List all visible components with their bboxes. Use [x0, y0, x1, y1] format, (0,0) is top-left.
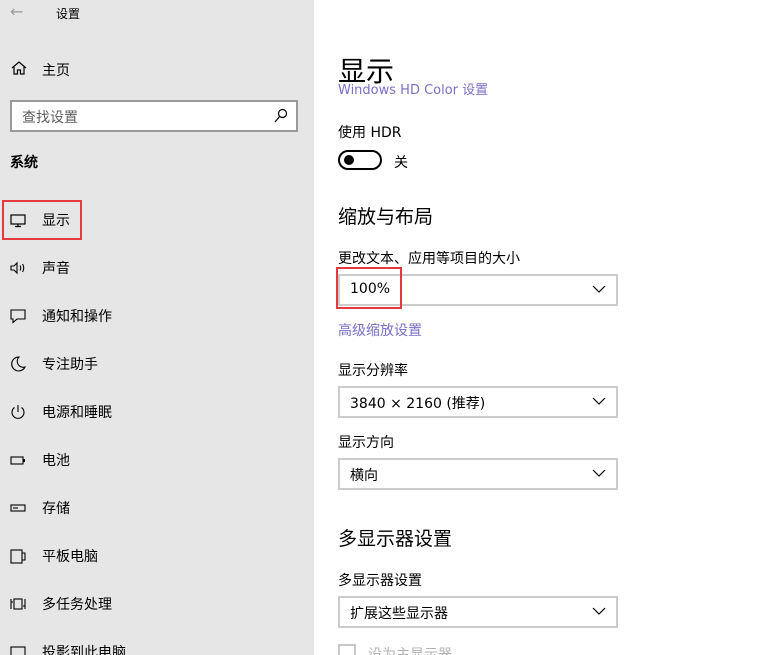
- multi-display-label: 多显示器设置: [338, 573, 422, 589]
- nav-home-label: 主页: [42, 63, 70, 79]
- orientation-dropdown[interactable]: 横向: [338, 458, 618, 490]
- highlight-box-display: [2, 200, 82, 240]
- sidebar-item-project[interactable]: 投影到此电脑: [0, 632, 314, 655]
- resolution-dropdown[interactable]: 3840 × 2160 (推荐): [338, 386, 618, 418]
- search-icon: [274, 108, 288, 123]
- sidebar-item-tablet[interactable]: 平板电脑: [0, 536, 314, 576]
- sidebar-item-label: 存储: [42, 501, 70, 517]
- sidebar: ← 设置 主页 查找设置 系统 显示 声音 通知和操作 专注助手 电源和睡眠 电…: [0, 0, 314, 655]
- resolution-label: 显示分辨率: [338, 363, 408, 379]
- sidebar-item-label: 声音: [42, 261, 70, 277]
- multi-display-dropdown[interactable]: 扩展这些显示器: [338, 596, 618, 628]
- sidebar-item-label: 多任务处理: [42, 597, 112, 613]
- sidebar-item-storage[interactable]: 存储: [0, 488, 314, 528]
- multi-display-section-title: 多显示器设置: [338, 528, 453, 550]
- chevron-down-icon: [592, 607, 606, 615]
- main-display-checkbox[interactable]: [338, 644, 356, 655]
- sidebar-item-label: 电池: [42, 453, 70, 469]
- notification-icon: [10, 309, 26, 324]
- section-title: 系统: [10, 155, 38, 171]
- window-title: 设置: [56, 7, 81, 21]
- hd-color-link-text: Windows HD Color 设置: [338, 83, 489, 98]
- nav-home[interactable]: 主页: [0, 52, 314, 88]
- project-icon: [10, 646, 26, 655]
- multitask-icon: [10, 598, 26, 610]
- scale-label: 更改文本、应用等项目的大小: [338, 251, 520, 267]
- advanced-scaling-link[interactable]: 高级缩放设置: [338, 320, 422, 340]
- title-bar: ← 设置: [0, 0, 314, 28]
- sidebar-item-label: 通知和操作: [42, 309, 112, 325]
- search-input[interactable]: 查找设置: [10, 100, 298, 132]
- power-icon: [11, 405, 25, 419]
- home-icon: [11, 61, 27, 75]
- sidebar-item-label: 投影到此电脑: [42, 645, 126, 655]
- back-arrow-icon[interactable]: ←: [10, 2, 23, 21]
- scale-section-title: 缩放与布局: [338, 206, 434, 228]
- resolution-value: 3840 × 2160 (推荐): [350, 396, 486, 412]
- battery-icon: [10, 456, 25, 465]
- moon-icon: [11, 356, 27, 372]
- orientation-value: 横向: [350, 468, 378, 484]
- main-panel: 显示 Windows HD Color 设置 使用 HDR 关 缩放与布局 更改…: [314, 0, 782, 655]
- speaker-icon: [10, 261, 25, 275]
- chevron-down-icon: [592, 285, 606, 293]
- sidebar-item-power[interactable]: 电源和睡眠: [0, 392, 314, 432]
- highlight-box-scale: [336, 267, 402, 309]
- sidebar-item-label: 电源和睡眠: [42, 405, 112, 421]
- sidebar-item-sound[interactable]: 声音: [0, 248, 314, 288]
- chevron-down-icon: [592, 469, 606, 477]
- hdr-label: 使用 HDR: [338, 125, 402, 141]
- chevron-down-icon: [592, 397, 606, 405]
- hd-color-link[interactable]: Windows HD Color 设置: [338, 82, 488, 98]
- search-placeholder: 查找设置: [22, 110, 78, 126]
- hdr-toggle[interactable]: [338, 150, 382, 170]
- sidebar-item-label: 平板电脑: [42, 549, 98, 565]
- sidebar-item-battery[interactable]: 电池: [0, 440, 314, 480]
- storage-icon: [10, 504, 26, 512]
- tablet-icon: [10, 549, 26, 564]
- multi-display-value: 扩展这些显示器: [350, 606, 448, 622]
- sidebar-item-notifications[interactable]: 通知和操作: [0, 296, 314, 336]
- toggle-knob: [344, 155, 354, 165]
- sidebar-item-focus-assist[interactable]: 专注助手: [0, 344, 314, 384]
- sidebar-item-label: 专注助手: [42, 357, 98, 373]
- orientation-label: 显示方向: [338, 435, 394, 451]
- sidebar-item-multitasking[interactable]: 多任务处理: [0, 584, 314, 624]
- main-display-checkbox-label: 设为主显示器: [368, 647, 452, 655]
- hdr-toggle-state: 关: [394, 155, 408, 171]
